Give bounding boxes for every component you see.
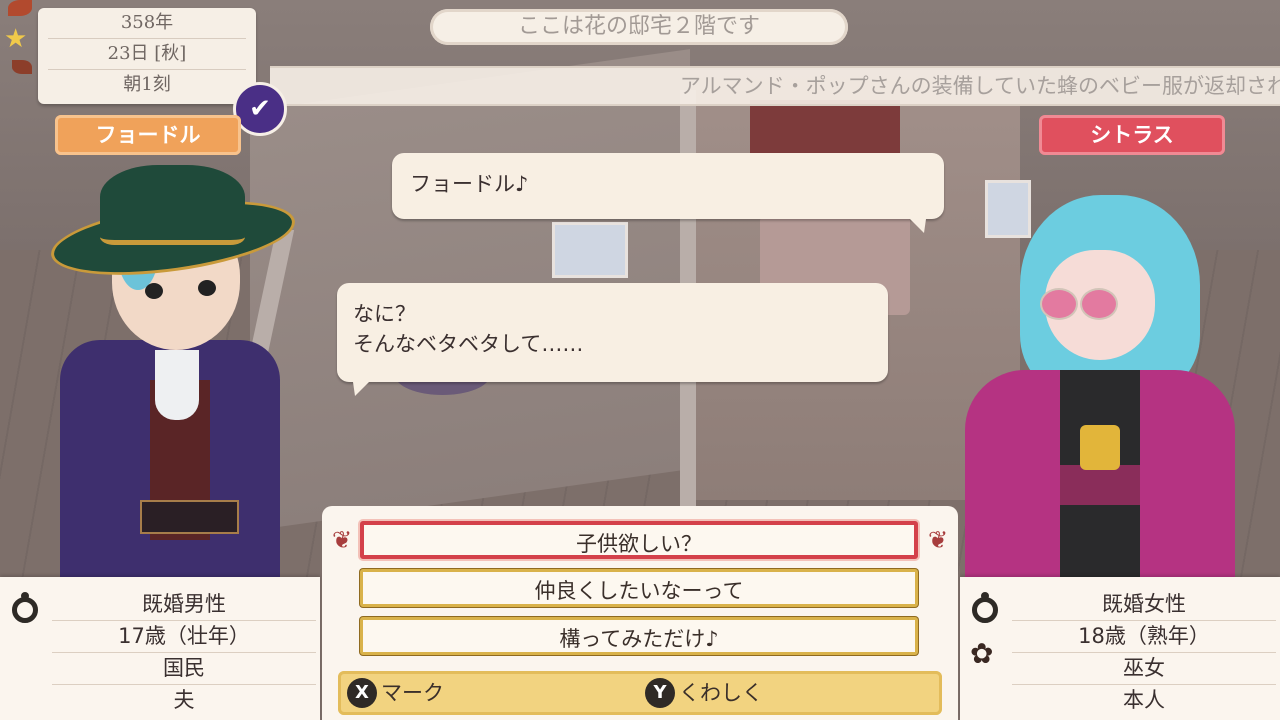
flower-icon: ✿ (970, 637, 994, 670)
speech-tail (910, 219, 926, 233)
right-character-glasses (1080, 288, 1118, 320)
left-character-hat-crown (100, 165, 245, 245)
choice-option-2[interactable]: 仲良くしたいなーって (360, 569, 918, 607)
choice-label: 子供欲しい？ (576, 532, 702, 556)
info-marital-status: 既婚女性 (1012, 589, 1276, 621)
choice-option-1[interactable]: 子供欲しい？ (360, 521, 918, 559)
speech-text: なに？ そんなベタベタして…… (353, 299, 583, 359)
info-age: 18歳（熟年） (1012, 621, 1276, 653)
speech-text: フョードル♪ (410, 172, 529, 196)
right-character-tassel (1080, 425, 1120, 470)
date-panel: 358年 23日 [秋] 朝1刻 (38, 8, 256, 104)
right-character-glasses (1040, 288, 1078, 320)
corner-decoration: ★ (0, 0, 40, 120)
date-year: 358年 (48, 8, 246, 39)
info-relation: 夫 (173, 688, 195, 712)
star-icon: ★ (4, 24, 28, 54)
mark-label: マーク (381, 681, 444, 705)
window (552, 222, 628, 278)
y-button-icon[interactable]: Y (645, 678, 675, 708)
bed-canopy (750, 100, 900, 160)
right-character-info-panel: ✿ 既婚女性 18歳（熟年） 巫女 本人 (960, 577, 1280, 720)
choice-label: 構ってみただけ♪ (559, 627, 719, 651)
right-character-name: シトラス (1039, 115, 1225, 155)
left-character-belt (140, 500, 239, 534)
ring-icon (12, 592, 38, 623)
speech-bubble-right: フョードル♪ (392, 153, 944, 233)
x-button-icon[interactable]: X (347, 678, 377, 708)
left-character-cravat (155, 350, 199, 420)
ring-icon (972, 592, 998, 623)
details-label: くわしく (679, 681, 763, 705)
ticker-text: アルマンド・ポップさんの装備していた蜂のベビー服が返却され (679, 74, 1280, 98)
date-day: 23日 [秋] (48, 39, 246, 70)
choice-option-3[interactable]: 構ってみただけ♪ (360, 617, 918, 655)
info-relation: 本人 (1123, 688, 1165, 712)
speech-tail (353, 382, 369, 396)
speech-line: そんなベタベタして…… (353, 332, 584, 356)
left-character-info-panel: 既婚男性 17歳（壮年） 国民 夫 (0, 577, 320, 720)
info-occupation: 国民 (52, 653, 316, 685)
ornament-icon: ❦ (331, 526, 353, 554)
leaf-icon (12, 60, 32, 74)
speech-bubble-left: なに？ そんなベタベタして…… (337, 283, 888, 396)
window-right (985, 180, 1031, 238)
info-occupation: 巫女 (1012, 653, 1276, 685)
speech-line: なに？ (353, 302, 416, 326)
left-character-eye (198, 280, 216, 296)
left-character-name: フョードル (55, 115, 241, 155)
left-character-eye (145, 283, 163, 299)
leaf-icon (8, 0, 32, 16)
date-time: 朝1刻 (123, 74, 171, 95)
info-age: 17歳（壮年） (52, 621, 316, 653)
news-ticker: アルマンド・ポップさんの装備していた蜂のベビー服が返却され (270, 66, 1280, 106)
location-banner: ここは花の邸宅２階です (430, 9, 848, 45)
right-character-sash (1060, 465, 1140, 505)
check-icon: ✔ (233, 82, 287, 136)
info-marital-status: 既婚男性 (52, 589, 316, 621)
choice-label: 仲良くしたいなーって (534, 579, 744, 603)
ornament-icon: ❦ (927, 526, 949, 554)
